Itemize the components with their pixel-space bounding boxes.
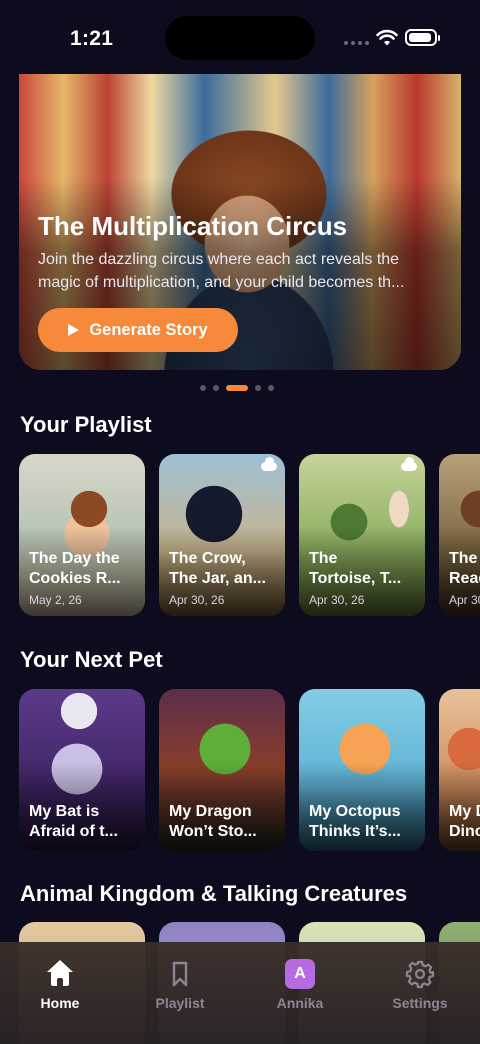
- card-title-line: The Crow,: [169, 550, 246, 567]
- card-title-line: Read: [449, 570, 480, 587]
- playlist-card[interactable]: The Tortoise, T... Apr 30, 26: [299, 454, 425, 616]
- card-date: Apr 30, 26: [309, 593, 365, 607]
- signal-icon: [344, 41, 369, 45]
- card-title-line: Tortoise, T...: [309, 570, 402, 587]
- carousel-page-indicator[interactable]: [200, 385, 274, 391]
- bookmark-icon: [165, 959, 195, 989]
- section-title-next-pet: Your Next Pet: [20, 647, 163, 672]
- tab-label: Annika: [276, 995, 324, 1011]
- pet-card[interactable]: My Bat is Afraid of t...: [19, 689, 145, 851]
- generate-story-button[interactable]: Generate Story: [38, 308, 238, 352]
- featured-story-title: The Multiplication Circus: [38, 211, 348, 241]
- page-dot[interactable]: [213, 385, 219, 391]
- tab-label: Settings: [392, 995, 448, 1011]
- page-dot[interactable]: [255, 385, 261, 391]
- card-title-line: Cookies R...: [29, 570, 121, 587]
- tab-label: Playlist: [155, 995, 205, 1011]
- playlist-card[interactable]: The Crow, The Jar, an... Apr 30, 26: [159, 454, 285, 616]
- card-title-line: Afraid of t...: [29, 823, 118, 840]
- card-date: Apr 30: [449, 593, 480, 607]
- card-title-line: My D: [449, 803, 480, 820]
- avatar: A: [285, 959, 315, 989]
- card-title-line: Dino: [449, 823, 480, 840]
- card-date: Apr 30, 26: [169, 593, 225, 607]
- description-line: magic of multiplication, and your child …: [38, 274, 405, 291]
- card-title: The Crow, The Jar, an...: [169, 549, 279, 589]
- tab-profile[interactable]: A Annika: [255, 959, 345, 1011]
- playlist-card[interactable]: The Read Apr 30: [439, 454, 480, 616]
- card-title-line: My Octopus: [309, 803, 401, 820]
- next-pet-row[interactable]: My Bat is Afraid of t... My Dragon Won’t…: [19, 689, 480, 851]
- card-title-line: The Day the: [29, 550, 120, 567]
- card-title: The Read: [449, 549, 480, 589]
- card-date: May 2, 26: [29, 593, 82, 607]
- gear-icon: [405, 959, 435, 989]
- tab-home[interactable]: Home: [15, 959, 105, 1011]
- featured-story-description: Join the dazzling circus where each act …: [38, 248, 446, 294]
- status-bar: 1:21: [0, 0, 480, 74]
- card-title: My Dragon Won’t Sto...: [169, 802, 279, 842]
- card-title-line: My Bat is: [29, 803, 100, 820]
- pet-card[interactable]: My Octopus Thinks It’s...: [299, 689, 425, 851]
- card-title: My D Dino: [449, 802, 480, 842]
- section-title-playlist: Your Playlist: [20, 412, 152, 437]
- playlist-row[interactable]: The Day the Cookies R... May 2, 26 The C…: [19, 454, 480, 616]
- description-line: Join the dazzling circus where each act …: [38, 251, 400, 268]
- tab-playlist[interactable]: Playlist: [135, 959, 225, 1011]
- battery-icon: [405, 29, 440, 46]
- tab-settings[interactable]: Settings: [375, 959, 465, 1011]
- pet-card[interactable]: My Dragon Won’t Sto...: [159, 689, 285, 851]
- card-title: My Bat is Afraid of t...: [29, 802, 139, 842]
- card-title-line: The Jar, an...: [169, 570, 266, 587]
- card-title-line: Won’t Sto...: [169, 823, 257, 840]
- playlist-card[interactable]: The Day the Cookies R... May 2, 26: [19, 454, 145, 616]
- cloud-icon: [261, 457, 277, 471]
- page-dot[interactable]: [268, 385, 274, 391]
- card-title-line: The: [449, 550, 478, 567]
- dynamic-island: [165, 16, 315, 60]
- section-title-animal-kingdom: Animal Kingdom & Talking Creatures: [20, 881, 408, 906]
- cloud-icon: [401, 457, 417, 471]
- wifi-icon: [376, 29, 398, 46]
- home-icon: [45, 959, 75, 989]
- card-title: The Tortoise, T...: [309, 549, 419, 589]
- generate-story-label: Generate Story: [89, 320, 208, 339]
- tab-bar: Home Playlist A Annika Settings: [0, 942, 480, 1044]
- card-title-line: Thinks It’s...: [309, 823, 401, 840]
- card-title-line: My Dragon: [169, 803, 252, 820]
- featured-story-banner[interactable]: The Multiplication Circus Join the dazzl…: [19, 74, 461, 370]
- card-title: My Octopus Thinks It’s...: [309, 802, 419, 842]
- card-title: The Day the Cookies R...: [29, 549, 139, 589]
- page-dot-active[interactable]: [226, 385, 248, 391]
- play-icon: [68, 324, 80, 336]
- page-dot[interactable]: [200, 385, 206, 391]
- tab-label: Home: [40, 995, 80, 1011]
- status-time: 1:21: [70, 27, 114, 50]
- card-title-line: The: [309, 550, 338, 567]
- pet-card[interactable]: My D Dino: [439, 689, 480, 851]
